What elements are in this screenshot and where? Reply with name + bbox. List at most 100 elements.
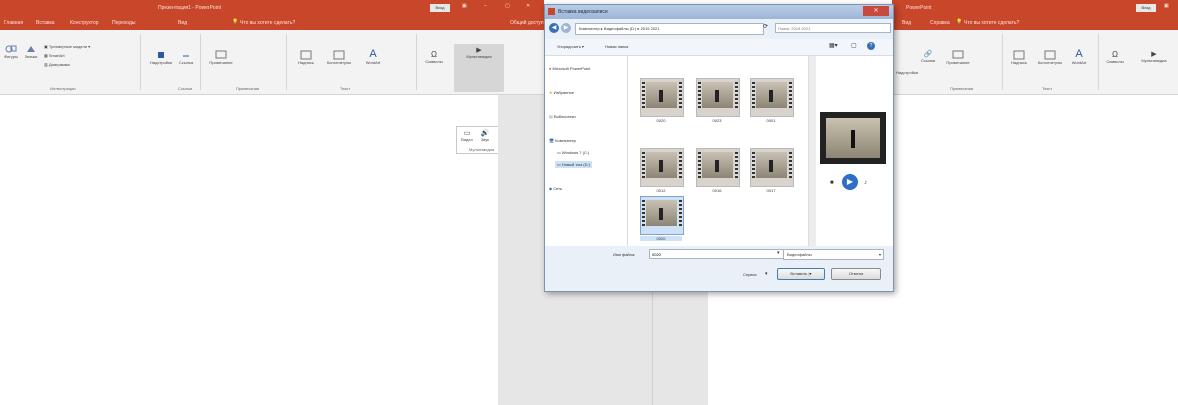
addins-button[interactable]: Надстройки <box>148 50 174 65</box>
wordart-icon: A <box>369 48 377 60</box>
refresh-icon[interactable]: ⟳ <box>763 23 768 30</box>
right-wordart-button[interactable]: A WordArt <box>1068 48 1090 65</box>
dialog-title-bar: Вставка видеозаписи ✕ <box>545 5 893 19</box>
share-button[interactable]: Общий доступ <box>510 20 544 26</box>
powerpoint-nav-icon: ● <box>549 66 552 71</box>
right-tab-view[interactable]: Вид <box>902 20 911 26</box>
filename-dropdown-icon[interactable]: ▾ <box>777 250 780 256</box>
maximize-icon[interactable]: ▢ <box>505 3 510 9</box>
wordart-button[interactable]: A WordArt <box>360 48 386 65</box>
audio-menu-item[interactable]: 🔊 Звук <box>477 129 493 142</box>
play-icon[interactable]: ▶ <box>842 174 858 190</box>
insert-button[interactable]: Вставить |▾ <box>777 268 825 280</box>
textbox-button[interactable]: Надпись <box>292 50 320 65</box>
search-input[interactable] <box>775 23 891 33</box>
right-addins-label[interactable]: Надстройки <box>896 70 918 75</box>
right-tell-me-input[interactable]: Что вы хотите сделать? <box>964 20 1019 26</box>
link-button[interactable]: Ссылка <box>176 50 196 65</box>
computer-icon: 🖥 <box>549 138 555 143</box>
right-textbox-button[interactable]: Надпись <box>1006 50 1032 65</box>
icons-button[interactable]: Значки <box>22 44 40 59</box>
back-icon[interactable]: ◀ <box>549 23 559 33</box>
preview-pane-icon[interactable]: ▢ <box>851 42 857 49</box>
filetype-select[interactable]: Видеофайлы ▾ <box>783 249 884 260</box>
filename-field[interactable] <box>649 249 785 259</box>
right-omega-icon: Ω <box>1112 50 1118 59</box>
cancel-button[interactable]: Отмена <box>831 268 881 280</box>
video-thumbnail[interactable] <box>696 78 740 117</box>
nav-label: Новый том (D:) <box>561 162 590 167</box>
addins-label: Надстройки <box>150 60 172 65</box>
tab-insert[interactable]: Вставка <box>36 20 55 26</box>
shapes-button[interactable]: Фигуры <box>2 44 20 59</box>
organize-button[interactable]: Упорядочить ▾ <box>557 44 584 49</box>
volume-icon[interactable]: ♪ <box>864 180 867 186</box>
tools-chevron-icon: ▾ <box>765 271 768 277</box>
video-thumbnail[interactable] <box>640 78 684 117</box>
file-area: 0020 0023 0001 0012 0016 0017 0020 <box>628 56 808 246</box>
help-icon[interactable]: ? <box>867 42 875 50</box>
nav-item-network[interactable]: ◆ Сеть <box>549 186 562 191</box>
right-media-button[interactable]: ▶ Мультимедиа <box>1132 50 1176 63</box>
tab-view[interactable]: Вид <box>178 20 187 26</box>
tab-home[interactable]: Главная <box>4 20 23 26</box>
symbols-button[interactable]: Ω Символы <box>420 50 448 64</box>
video-thumbnail[interactable] <box>640 148 684 187</box>
right-link-button[interactable]: 🔗 Ссылки <box>918 50 938 63</box>
video-thumbnail-selected[interactable] <box>640 196 684 235</box>
right-ribbon-display-icon[interactable]: ▣ <box>1164 3 1169 9</box>
new-folder-button[interactable]: Новая папка <box>605 44 628 49</box>
right-tab-bar: Вид Справка 💡 Что вы хотите сделать? <box>892 16 1178 30</box>
tell-me-input[interactable]: Что вы хотите сделать? <box>240 20 295 26</box>
minimize-icon[interactable]: – <box>484 3 487 9</box>
left-ribbon: Фигуры Значки ▣ Трехмерные модели ▾ ▦ Sm… <box>0 30 544 95</box>
wordart-label: WordArt <box>365 60 381 65</box>
comment-button[interactable]: Примечание <box>206 50 236 65</box>
group-text: Текст <box>340 86 351 91</box>
right-comment-label: Примечание <box>946 60 970 65</box>
right-signin-button[interactable]: Вход <box>1136 4 1156 12</box>
tools-button[interactable]: Сервис <box>743 272 757 277</box>
breadcrumb[interactable]: Компьютер ▸ Видеофайлы (D:) ▸ 2019 2021 <box>575 23 764 35</box>
nav-label: Библиотеки <box>553 114 576 119</box>
nav-label: Сеть <box>553 186 563 191</box>
nav-label: Избранное <box>553 90 574 95</box>
view-options-icon[interactable]: ▦▾ <box>829 42 838 49</box>
right-comment-button[interactable]: Примечание <box>942 50 974 65</box>
file-scrollbar[interactable] <box>808 56 816 246</box>
nav-item-libraries[interactable]: ▤ Библиотеки <box>549 114 576 119</box>
filename-label: Имя файла: <box>613 252 636 257</box>
right-tab-help[interactable]: Справка <box>930 20 950 26</box>
forward-icon[interactable]: ▶ <box>561 23 571 33</box>
left-signin-button[interactable]: Вход <box>430 4 450 12</box>
tab-transitions[interactable]: Переходы <box>112 20 135 26</box>
ribbon-separator <box>140 34 141 90</box>
video-thumbnail[interactable] <box>750 148 794 187</box>
nav-item-computer[interactable]: 🖥 Компьютер <box>549 138 576 143</box>
ribbon-display-icon[interactable]: ▣ <box>462 3 467 9</box>
right-lightbulb-icon: 💡 <box>956 19 963 25</box>
video-menu-item[interactable]: ▭ Видео <box>459 129 475 142</box>
header-footer-button[interactable]: Колонтитулы <box>322 50 356 65</box>
nav-label: Windows 7 (C:) <box>561 150 590 155</box>
nav-item-drive-c[interactable]: ▭ Windows 7 (C:) <box>557 150 589 155</box>
nav-label: Microsoft PowerPoint <box>552 66 591 71</box>
audio-label: Звук <box>480 137 490 142</box>
video-thumbnail[interactable] <box>696 148 740 187</box>
right-symbols-button[interactable]: Ω Символы <box>1102 50 1128 64</box>
right-header-footer-button[interactable]: Колонтитулы <box>1034 50 1066 65</box>
nav-item-drive-d[interactable]: ▭ Новый том (D:) <box>555 161 592 168</box>
media-button[interactable]: ▶ Мультимедиа <box>454 44 504 92</box>
nav-item-powerpoint[interactable]: ● Microsoft PowerPoint <box>549 66 590 71</box>
dialog-title: Вставка видеозаписи <box>558 9 608 15</box>
video-thumbnail[interactable] <box>750 78 794 117</box>
close-icon[interactable]: ✕ <box>526 3 530 9</box>
tab-design[interactable]: Конструктор <box>70 20 99 26</box>
dialog-close-button[interactable]: ✕ <box>863 6 889 16</box>
right-header-footer-label: Колонтитулы <box>1037 60 1063 65</box>
stop-icon[interactable]: ■ <box>830 180 834 186</box>
nav-item-favorites[interactable]: ★ Избранное <box>549 90 574 95</box>
3d-models-button[interactable]: ▣ Трехмерные модели ▾ ▦ SmartArt ▥ Диагр… <box>44 44 114 67</box>
cancel-label: Отмена <box>848 271 864 276</box>
right-wordart-icon: A <box>1075 48 1083 60</box>
